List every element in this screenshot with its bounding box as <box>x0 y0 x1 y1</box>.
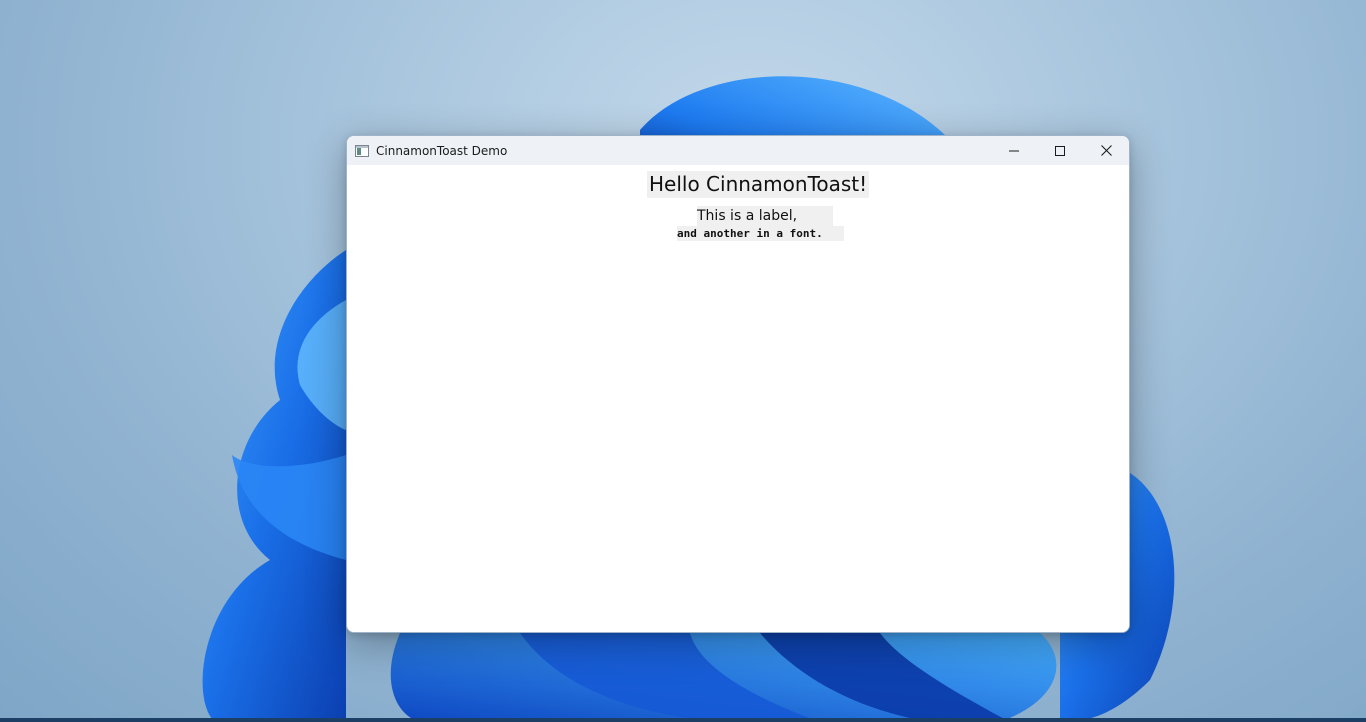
taskbar-edge <box>0 718 1366 722</box>
maximize-icon <box>1055 145 1065 156</box>
minimize-icon <box>1009 150 1019 151</box>
window-title: CinnamonToast Demo <box>376 143 508 158</box>
app-window-icon <box>355 144 369 157</box>
label-text: This is a label, <box>697 206 833 226</box>
minimize-button[interactable] <box>991 136 1037 165</box>
maximize-button[interactable] <box>1037 136 1083 165</box>
client-area: Hello CinnamonToast! This is a label, an… <box>347 165 1129 632</box>
app-window: CinnamonToast Demo Hello CinnamonToast! <box>346 135 1130 633</box>
font-label-text: and another in a font. <box>677 226 844 241</box>
title-bar[interactable]: CinnamonToast Demo <box>347 136 1129 165</box>
hello-heading: Hello CinnamonToast! <box>647 171 870 198</box>
close-button[interactable] <box>1083 136 1129 165</box>
close-icon <box>1100 145 1112 156</box>
window-controls <box>991 136 1129 165</box>
